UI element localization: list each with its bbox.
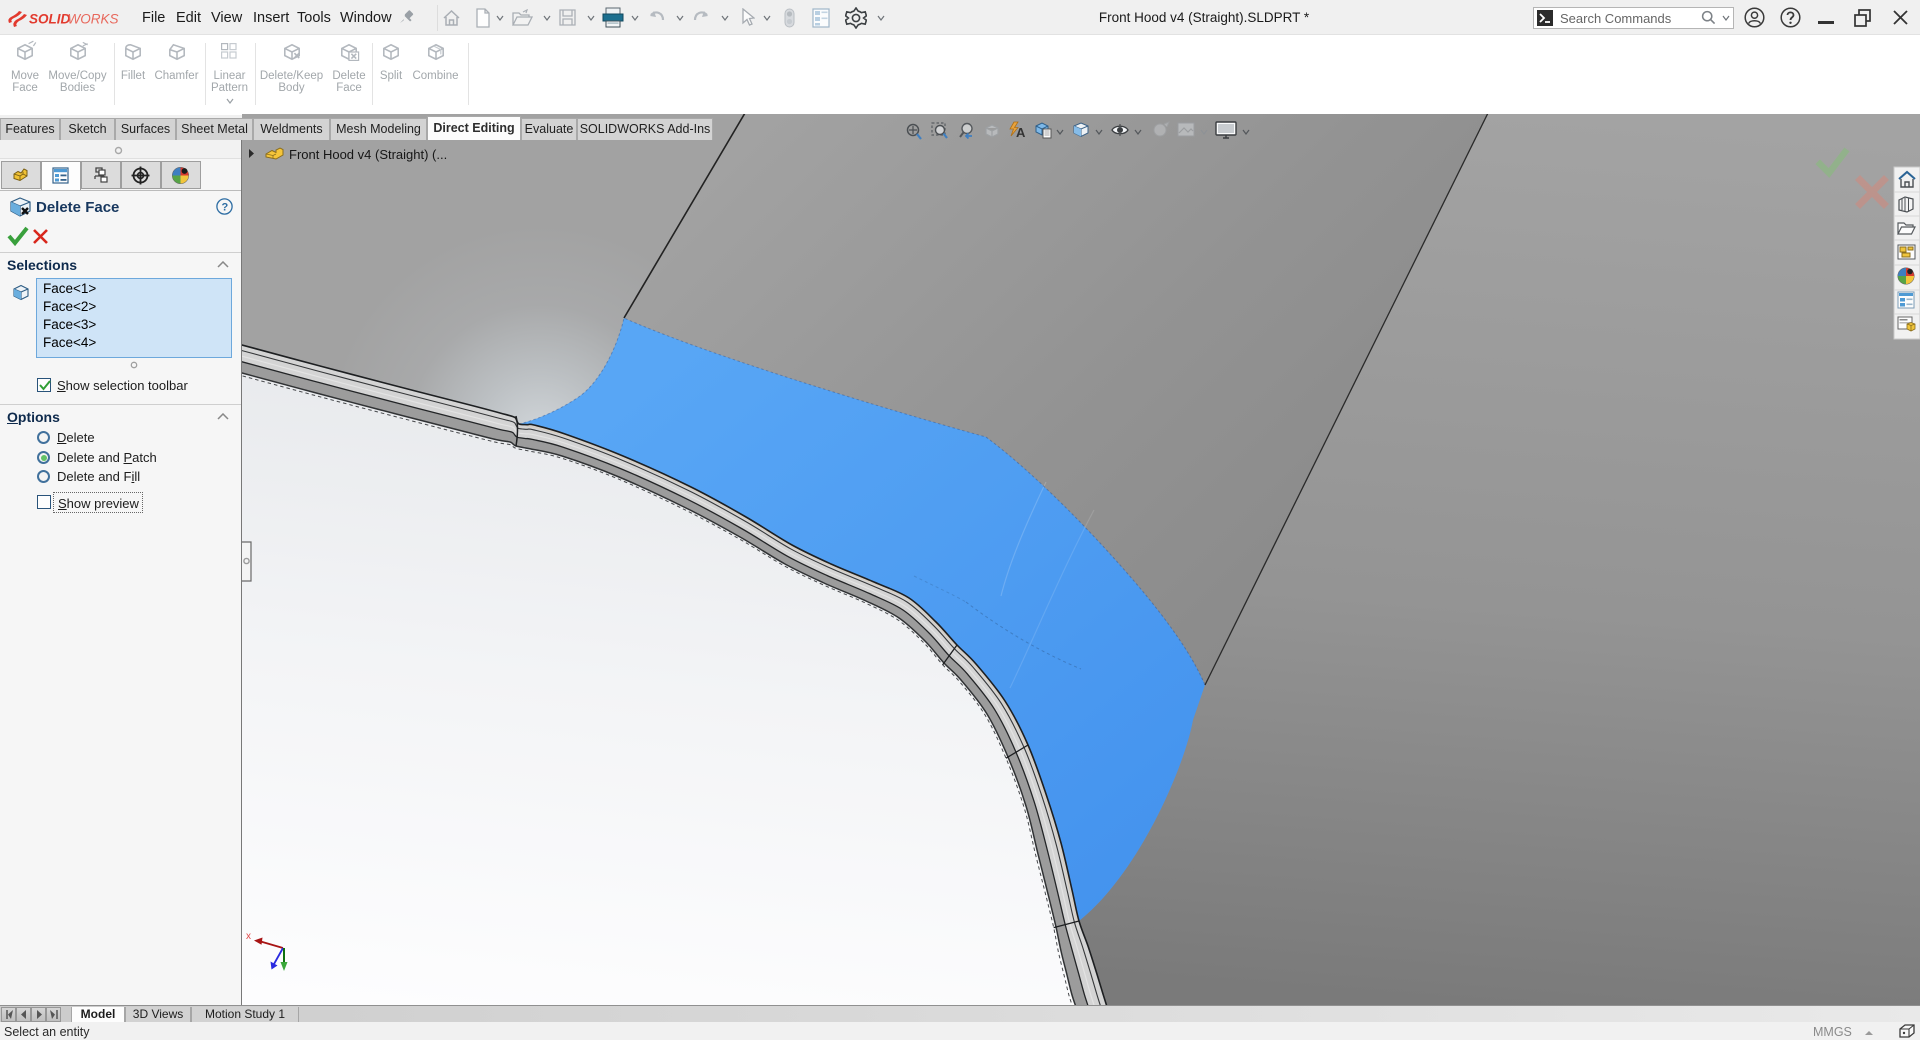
svg-text:A: A [1016, 125, 1026, 140]
svg-text:?: ? [222, 202, 229, 214]
svg-text:SOLID: SOLID [29, 12, 71, 27]
svg-text:x: x [246, 931, 251, 942]
svg-text:WORKS: WORKS [68, 12, 119, 27]
svg-text:Front Hood v4 (Straight) (...: Front Hood v4 (Straight) (... [289, 147, 447, 162]
